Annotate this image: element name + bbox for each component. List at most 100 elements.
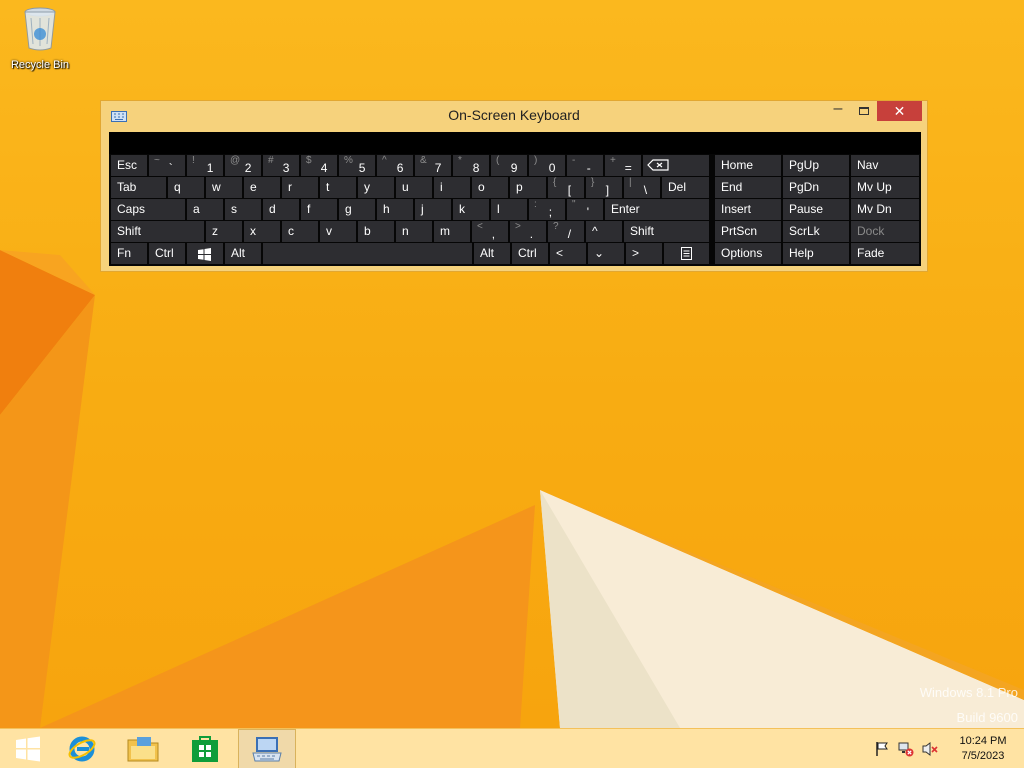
key-8[interactable]: * 8 <box>453 155 489 176</box>
key-9[interactable]: (9 <box>491 155 527 176</box>
key-s[interactable]: s <box>225 199 261 220</box>
key-nav[interactable]: Nav <box>851 155 919 176</box>
key-tilde[interactable]: ~ ` <box>149 155 185 176</box>
taskbar-store[interactable] <box>177 729 233 768</box>
key-b[interactable]: b <box>358 221 394 242</box>
key-q[interactable]: q <box>168 177 204 198</box>
speaker-muted-icon[interactable] <box>922 741 938 757</box>
key-esc[interactable]: Esc <box>111 155 147 176</box>
key-i[interactable]: i <box>434 177 470 198</box>
key-ctrl-right[interactable]: Ctrl <box>512 243 548 264</box>
key-r[interactable]: r <box>282 177 318 198</box>
key-mv-dn[interactable]: Mv Dn <box>851 199 919 220</box>
key-del[interactable]: Del <box>662 177 709 198</box>
key-minus-shift: - <box>572 155 576 166</box>
fade-button[interactable]: Fade <box>851 243 919 264</box>
key-3[interactable]: #3 <box>263 155 299 176</box>
key-t[interactable]: t <box>320 177 356 198</box>
minimize-button[interactable]: ‒ <box>825 101 851 121</box>
key-equals[interactable]: + = <box>605 155 641 176</box>
key-pgdn[interactable]: PgDn <box>783 177 849 198</box>
key-o[interactable]: o <box>472 177 508 198</box>
key-tab[interactable]: Tab <box>111 177 166 198</box>
key-space[interactable] <box>263 243 472 264</box>
key-1[interactable]: ! 1 <box>187 155 223 176</box>
recycle-bin[interactable]: Recycle Bin <box>4 6 76 71</box>
key-right-bracket[interactable]: }] <box>586 177 622 198</box>
key-pause[interactable]: Pause <box>783 199 849 220</box>
options-button[interactable]: Options <box>715 243 781 264</box>
key-y[interactable]: y <box>358 177 394 198</box>
taskbar-file-explorer[interactable] <box>115 729 171 768</box>
key-w[interactable]: w <box>206 177 242 198</box>
key-windows[interactable] <box>187 243 223 264</box>
key-p[interactable]: p <box>510 177 546 198</box>
key-l[interactable]: l <box>491 199 527 220</box>
key-left-bracket[interactable]: {[ <box>548 177 584 198</box>
key-n[interactable]: n <box>396 221 432 242</box>
key-insert[interactable]: Insert <box>715 199 781 220</box>
key-j[interactable]: j <box>415 199 451 220</box>
key-fn[interactable]: Fn <box>111 243 147 264</box>
key-5[interactable]: % 5 <box>339 155 375 176</box>
key-scrlk[interactable]: ScrLk <box>783 221 849 242</box>
key-backspace[interactable] <box>643 155 709 176</box>
key-backslash[interactable]: | \ <box>624 177 660 198</box>
key-4[interactable]: $4 <box>301 155 337 176</box>
key-g[interactable]: g <box>339 199 375 220</box>
key-a[interactable]: a <box>187 199 223 220</box>
key-shift-right[interactable]: Shift <box>624 221 709 242</box>
key-alt-left[interactable]: Alt <box>225 243 261 264</box>
key-home[interactable]: Home <box>715 155 781 176</box>
title-bar[interactable]: On-Screen Keyboard ‒ ✕ <box>101 101 927 131</box>
key-dock[interactable]: Dock <box>851 221 919 242</box>
key-slash[interactable]: ? / <box>548 221 584 242</box>
key-x[interactable]: x <box>244 221 280 242</box>
key-prtscn[interactable]: PrtScn <box>715 221 781 242</box>
key-alt-right[interactable]: Alt <box>474 243 510 264</box>
key-left-arrow[interactable]: < <box>550 243 586 264</box>
key-m[interactable]: m <box>434 221 470 242</box>
key-pgup[interactable]: PgUp <box>783 155 849 176</box>
key-caps[interactable]: Caps <box>111 199 185 220</box>
key-v[interactable]: v <box>320 221 356 242</box>
key-c[interactable]: c <box>282 221 318 242</box>
key-ctrl-left[interactable]: Ctrl <box>149 243 185 264</box>
key-2[interactable]: @2 <box>225 155 261 176</box>
key-d[interactable]: d <box>263 199 299 220</box>
key-period[interactable]: >. <box>510 221 546 242</box>
key-up-arrow[interactable]: ^ <box>586 221 622 242</box>
network-disconnected-icon[interactable] <box>898 741 914 757</box>
key-quote[interactable]: " ' <box>567 199 603 220</box>
key-f[interactable]: f <box>301 199 337 220</box>
key-mv-up[interactable]: Mv Up <box>851 177 919 198</box>
key-right-arrow[interactable]: > <box>626 243 662 264</box>
key-menu[interactable] <box>664 243 709 264</box>
key-z[interactable]: z <box>206 221 242 242</box>
taskbar-on-screen-keyboard[interactable] <box>238 729 296 768</box>
key-h[interactable]: h <box>377 199 413 220</box>
key-u[interactable]: u <box>396 177 432 198</box>
key-shift-left[interactable]: Shift <box>111 221 204 242</box>
system-clock[interactable]: 10:24 PM 7/5/2023 <box>948 734 1018 764</box>
key-k[interactable]: k <box>453 199 489 220</box>
help-button[interactable]: Help <box>783 243 849 264</box>
key-slash-shift: ? <box>553 221 559 232</box>
start-button[interactable] <box>0 729 56 768</box>
key-enter[interactable]: Enter <box>605 199 709 220</box>
key-backslash-base: \ <box>643 183 648 197</box>
key-6[interactable]: ^ 6 <box>377 155 413 176</box>
key-minus[interactable]: -- <box>567 155 603 176</box>
close-button[interactable]: ✕ <box>877 101 922 121</box>
key-end[interactable]: End <box>715 177 781 198</box>
key-7[interactable]: & 7 <box>415 155 451 176</box>
key-comma[interactable]: <, <box>472 221 508 242</box>
key-down-arrow[interactable]: ⌄ <box>588 243 624 264</box>
taskbar-internet-explorer[interactable] <box>54 729 110 768</box>
key-0[interactable]: ) 0 <box>529 155 565 176</box>
key-e[interactable]: e <box>244 177 280 198</box>
maximize-button[interactable] <box>851 101 877 121</box>
action-center-flag-icon[interactable] <box>874 741 890 757</box>
key-7-base: 7 <box>434 161 442 175</box>
key-semicolon[interactable]: :; <box>529 199 565 220</box>
